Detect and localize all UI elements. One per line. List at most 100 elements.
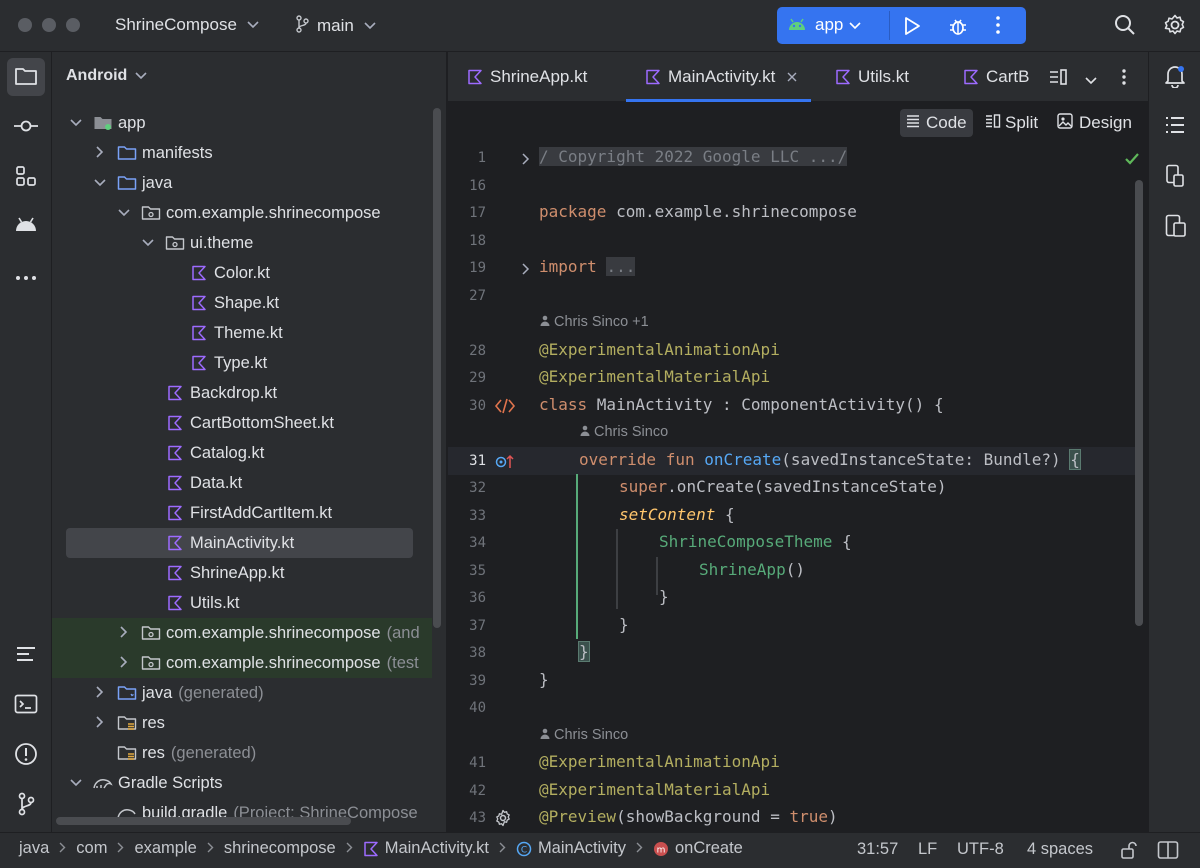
code-line[interactable]: } [619,615,629,634]
tree-vertical-scrollbar[interactable] [433,108,441,628]
tree-item[interactable]: com.example.shrinecompose (test [52,648,432,678]
code-line[interactable]: ShrineComposeTheme { [659,532,852,551]
chevron-right-icon[interactable] [116,655,132,671]
lock-open-icon[interactable] [1120,841,1138,864]
editor-tab[interactable]: ShrineApp.kt [464,52,587,102]
code-line[interactable]: setContent { [619,505,735,524]
tree-item[interactable]: res [52,708,432,738]
project-selector[interactable]: ShrineCompose [115,15,259,35]
design-view-button[interactable]: Design [1051,109,1138,137]
code-line[interactable]: @ExperimentalAnimationApi [539,752,780,771]
file-encoding[interactable]: UTF-8 [957,840,1004,859]
code-author-hint[interactable]: Chris Sinco +1 [540,314,649,330]
logcat-tool-button[interactable] [7,636,45,674]
chevron-down-icon[interactable] [1085,72,1097,88]
problems-tool-button[interactable] [7,736,45,774]
tree-item[interactable]: Catalog.kt [52,438,432,468]
code-line[interactable]: @Preview(showBackground = true) [539,807,838,826]
chevron-down-icon[interactable] [68,116,84,130]
settings-gear-icon[interactable] [1163,13,1187,40]
code-line[interactable]: ShrineApp() [699,560,805,579]
tree-item[interactable]: Shape.kt [52,288,432,318]
tree-item[interactable]: MainActivity.kt [66,528,413,558]
chevron-right-icon[interactable] [92,685,108,701]
code-icon[interactable] [494,397,516,418]
code-line[interactable]: class MainActivity : ComponentActivity()… [539,395,944,414]
code-line[interactable]: @ExperimentalMaterialApi [539,780,770,799]
tree-item[interactable]: FirstAddCartItem.kt [52,498,432,528]
code-editor[interactable]: 1 / Copyright 2022 Google LLC .../ 16 17 pac… [448,144,1148,832]
code-line[interactable]: } [578,641,590,662]
chevron-down-icon[interactable] [68,776,84,790]
code-view-button[interactable]: Code [900,109,973,137]
code-line[interactable]: @ExperimentalAnimationApi [539,340,780,359]
breadcrumb-item[interactable]: m onCreate [653,839,743,858]
code-line[interactable]: override fun onCreate(savedInstanceState… [579,448,1081,470]
breadcrumb-item[interactable]: example [134,839,196,858]
tree-item[interactable]: Utils.kt [52,588,432,618]
git-tool-button[interactable] [7,786,45,824]
running-devices-icon[interactable] [1165,214,1187,241]
gear-icon[interactable] [494,809,512,830]
tree-item[interactable]: manifests [52,138,432,168]
fold-chevron-right-icon[interactable] [522,152,530,168]
code-line[interactable]: } [659,587,669,606]
line-separator[interactable]: LF [918,840,937,859]
tree-item[interactable]: Theme.kt [52,318,432,348]
code-line[interactable]: @ExperimentalMaterialApi [539,367,770,386]
debug-icon[interactable] [947,15,969,40]
notifications-bell-icon[interactable] [1164,64,1186,91]
code-author-hint[interactable]: Chris Sinco [540,727,628,743]
tree-item[interactable]: Data.kt [52,468,432,498]
close-tab-icon[interactable] [787,67,797,87]
more-vertical-icon[interactable] [1121,68,1127,89]
tree-item[interactable]: Backdrop.kt [52,378,432,408]
more-tools-button[interactable] [7,257,45,295]
breadcrumb-item[interactable]: shrinecompose [224,839,336,858]
project-view-selector[interactable]: Android [66,67,147,85]
code-line[interactable]: package com.example.shrinecompose [539,202,857,221]
breadcrumb-item[interactable]: C MainActivity [516,839,626,858]
caret-position[interactable]: 31:57 [857,840,898,859]
branch-selector[interactable]: main [295,15,376,36]
gradle-tasks-icon[interactable] [1165,116,1185,137]
editor-tab[interactable]: CartB [960,52,1040,102]
chevron-down-icon[interactable] [140,236,156,250]
tree-horizontal-scrollbar[interactable] [56,817,351,825]
tree-item[interactable]: Color.kt [52,258,432,288]
more-actions-icon[interactable] [995,15,1001,38]
override-icon[interactable] [494,452,516,473]
chevron-right-icon[interactable] [92,715,108,731]
close-window-button[interactable] [18,18,32,32]
minimize-window-button[interactable] [42,18,56,32]
run-config-selector[interactable]: app [787,15,861,35]
no-problems-check-icon[interactable] [1124,152,1140,169]
commit-tool-button[interactable] [7,108,45,146]
tree-item[interactable]: com.example.shrinecompose (and [52,618,432,648]
tree-item[interactable]: java (generated) [52,678,432,708]
run-icon[interactable] [903,16,921,39]
code-author-hint[interactable]: Chris Sinco [580,424,668,440]
tree-item[interactable]: java [52,168,432,198]
android-tool-button[interactable] [7,206,45,244]
tree-item[interactable]: res (generated) [52,738,432,768]
terminal-tool-button[interactable] [7,686,45,724]
editor-tab[interactable]: Utils.kt [832,52,909,102]
breadcrumb-item[interactable]: MainActivity.kt [363,839,489,858]
tree-item[interactable]: CartBottomSheet.kt [52,408,432,438]
tree-item[interactable]: ShrineApp.kt [52,558,432,588]
tree-item[interactable]: Gradle Scripts [52,768,432,798]
tree-item[interactable]: app [52,108,432,138]
code-line[interactable]: super.onCreate(savedInstanceState) [619,477,947,496]
memory-indicator-icon[interactable] [1157,840,1179,865]
chevron-down-icon[interactable] [92,176,108,190]
editor-tab[interactable]: MainActivity.kt [626,52,812,102]
code-line[interactable]: } [539,670,549,689]
structure-tool-button[interactable] [7,158,45,196]
split-vertically-icon[interactable] [1048,68,1068,89]
project-tool-button[interactable] [7,58,45,96]
chevron-down-icon[interactable] [116,206,132,220]
tree-item[interactable]: ui.theme [52,228,432,258]
chevron-right-icon[interactable] [116,625,132,641]
tree-item[interactable]: Type.kt [52,348,432,378]
